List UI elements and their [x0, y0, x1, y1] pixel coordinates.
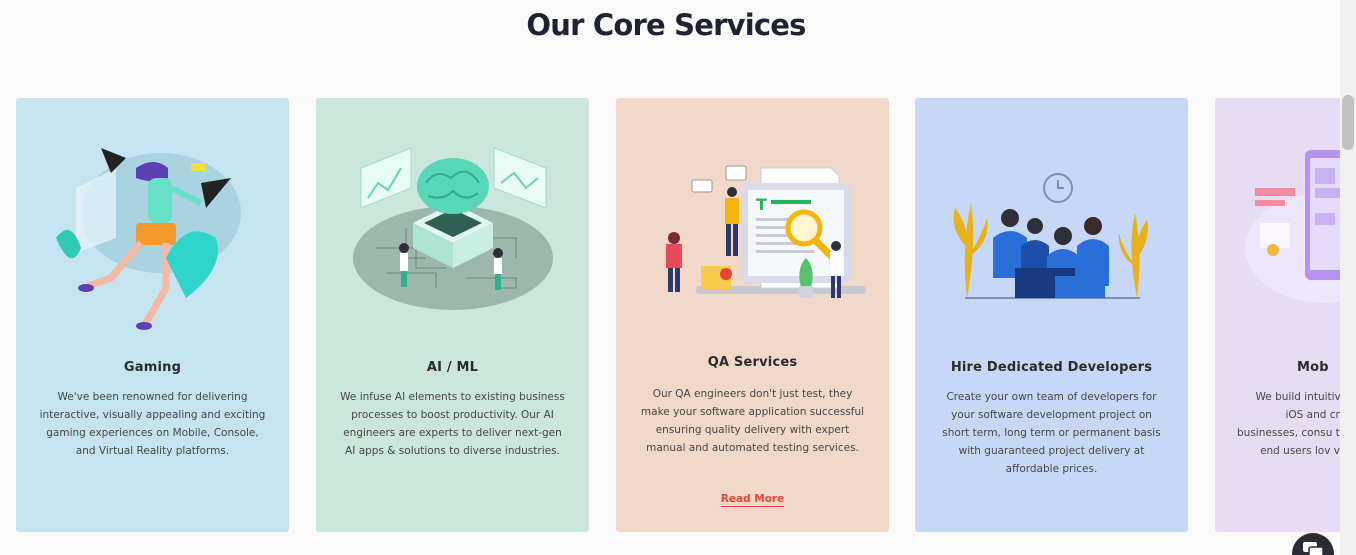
- card-title: AI / ML: [426, 360, 479, 375]
- card-description: We've been renowned for delivering inter…: [39, 391, 266, 457]
- mobile-app-illustration: [1215, 128, 1340, 338]
- card-title: Gaming: [123, 360, 182, 375]
- chat-widget-button[interactable]: [1292, 533, 1334, 555]
- card-title: Hire Dedicated Developers: [950, 360, 1153, 375]
- service-card-ai-ml[interactable]: AI / ML We infuse AI elements to existin…: [316, 98, 589, 532]
- svg-text:T: T: [756, 195, 767, 214]
- chat-icon: [1303, 542, 1323, 555]
- developer-team-illustration: [915, 128, 1188, 338]
- read-more-link-wrap: Read More: [616, 487, 889, 507]
- brain-chip-illustration: [316, 128, 589, 338]
- service-card-hire-developers[interactable]: Hire Dedicated Developers Create your ow…: [915, 98, 1188, 532]
- card-description: We build intuitive a iOS and cross busin…: [1237, 391, 1340, 457]
- card-title: Mob: [1297, 360, 1329, 375]
- vr-gamer-illustration: [16, 128, 289, 338]
- read-more-link[interactable]: Read More: [720, 493, 785, 507]
- card-title: QA Services: [707, 355, 798, 370]
- section-title: Our Core Services: [526, 8, 806, 42]
- qa-magnifier-illustration: T: [616, 128, 889, 338]
- service-card-mobile[interactable]: Mob We build intuitive a iOS and cross b…: [1215, 98, 1340, 532]
- service-card-qa-services[interactable]: T QA Services Our QA engineers don't jus…: [616, 98, 889, 532]
- scrollbar-thumb[interactable]: [1342, 95, 1354, 150]
- page-scrollbar[interactable]: [1340, 0, 1356, 555]
- service-card-gaming[interactable]: Gaming We've been renowned for deliverin…: [16, 98, 289, 532]
- services-carousel: Gaming We've been renowned for deliverin…: [16, 97, 1340, 533]
- card-description: Create your own team of developers for y…: [942, 391, 1161, 475]
- card-description: Our QA engineers don't just test, they m…: [640, 388, 865, 454]
- card-description: We infuse AI elements to existing busine…: [340, 391, 565, 457]
